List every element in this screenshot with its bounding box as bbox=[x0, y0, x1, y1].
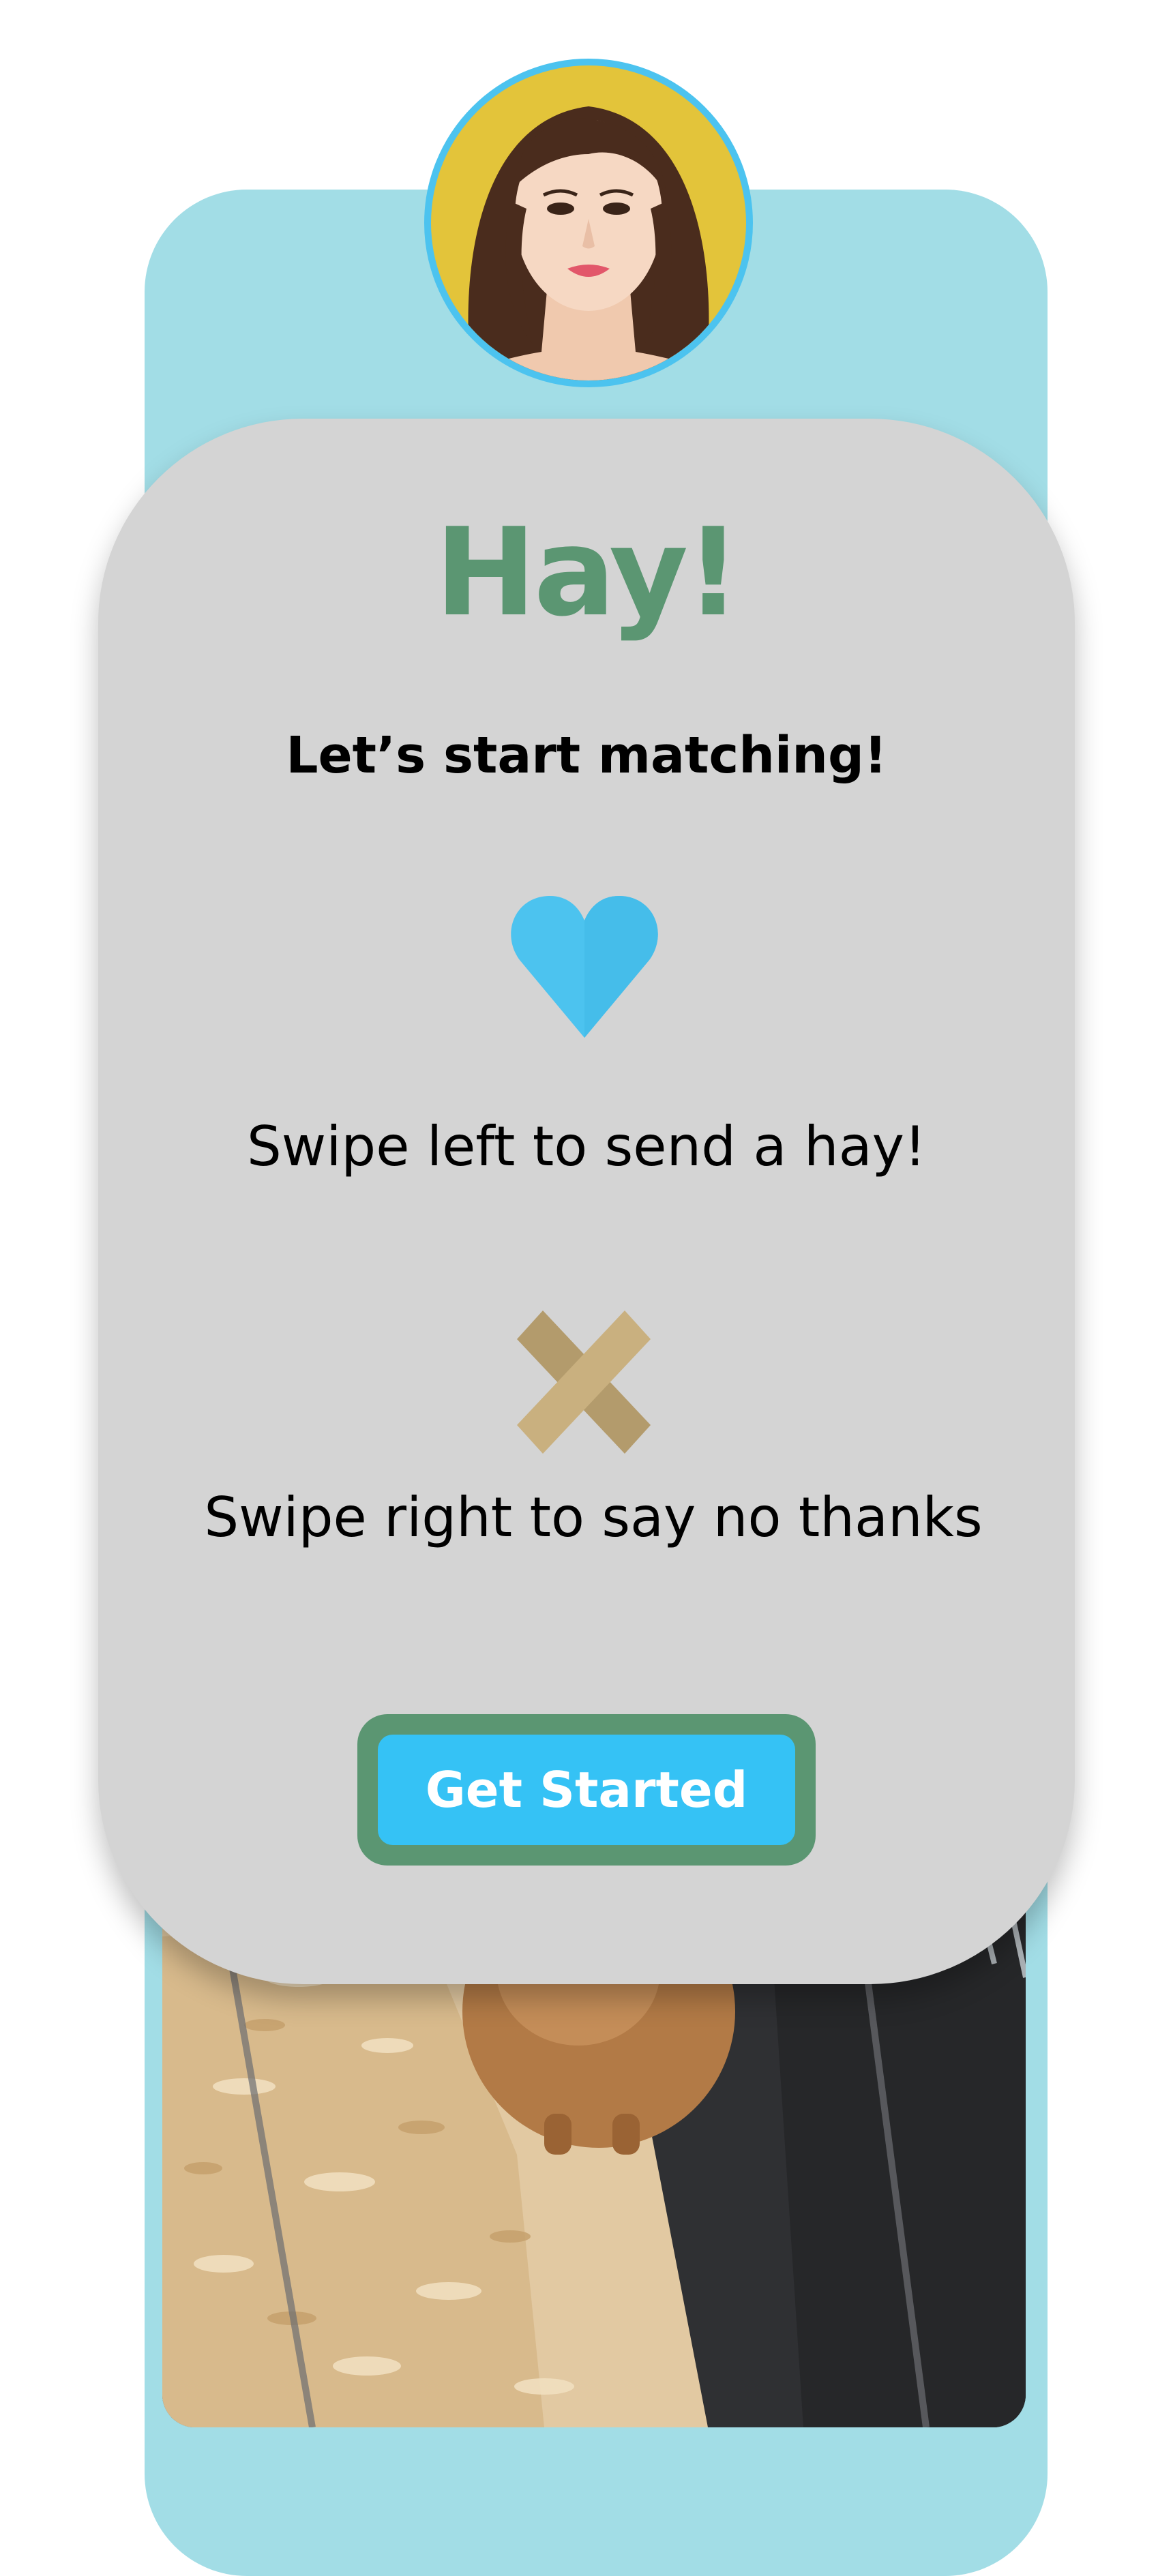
x-icon bbox=[517, 1311, 651, 1454]
swipe-left-instruction: Swipe left to send a hay! bbox=[246, 1115, 926, 1178]
get-started-button[interactable]: Get Started bbox=[357, 1714, 816, 1866]
page-title: Hay! bbox=[434, 502, 741, 643]
swipe-right-instruction: Swipe right to say no thanks bbox=[204, 1486, 983, 1549]
heart-icon bbox=[510, 895, 659, 1038]
subtitle: Let’s start matching! bbox=[286, 726, 887, 785]
get-started-label: Get Started bbox=[378, 1735, 795, 1845]
woman-portrait-icon bbox=[431, 65, 746, 380]
profile-avatar[interactable] bbox=[424, 59, 753, 387]
